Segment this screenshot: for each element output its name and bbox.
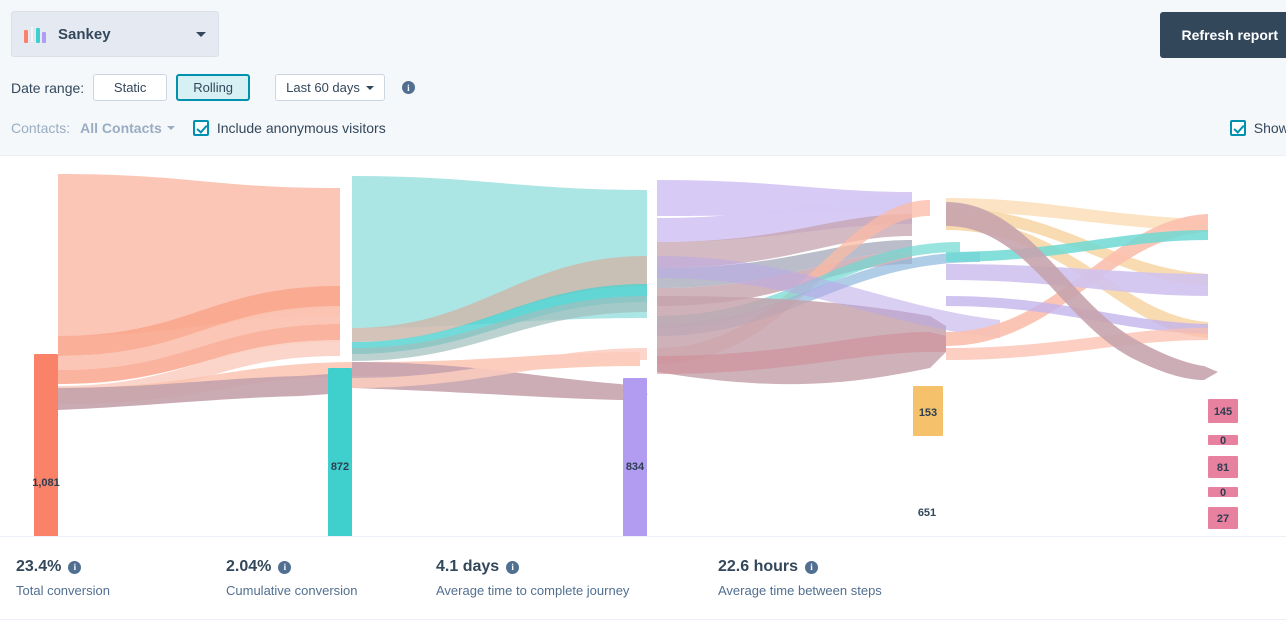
sankey-svg: 1,081 872 834 153 145 0 81 0 27 46 2 651… xyxy=(32,174,1238,536)
metric-info-icon[interactable]: i xyxy=(805,560,819,574)
date-range-row: Date range: Static Rolling Last 60 days … xyxy=(11,74,415,101)
contacts-label: Contacts: xyxy=(11,120,71,136)
metric-avg-time-between-steps: 22.6 hours i Average time between steps xyxy=(718,558,978,598)
node-lead-created[interactable] xyxy=(623,378,647,536)
chevron-down-icon xyxy=(196,31,206,37)
show-dropoff-label: Show dropoff xyxy=(1253,120,1286,136)
node-label-closed-81: 81 xyxy=(1217,462,1229,474)
node-label-form: 1,081 xyxy=(32,477,60,489)
metric-info-icon[interactable]: i xyxy=(506,560,520,574)
report-toolbar: Sankey Refresh report Date range: Static… xyxy=(0,0,1286,156)
show-dropoff-row: Show dropoff xyxy=(1222,120,1286,136)
metric-info-icon[interactable]: i xyxy=(278,560,292,574)
dropoff-label-lead: 651 xyxy=(918,507,936,519)
show-dropoff-checkbox[interactable]: Show dropoff xyxy=(1229,120,1286,136)
checkbox-checked-icon xyxy=(192,120,209,136)
refresh-report-button[interactable]: Refresh report xyxy=(1159,12,1286,58)
chevron-down-icon xyxy=(166,126,175,130)
metrics-bar: 23.4% i Total conversion 2.04% i Cumulat… xyxy=(0,536,1286,620)
chart-type-label: Sankey xyxy=(58,25,111,43)
node-label-opportunity: 153 xyxy=(919,407,937,419)
node-label-mql: 872 xyxy=(331,461,349,473)
node-form-submission[interactable] xyxy=(34,354,58,536)
sankey-dropoff-labels: 46 2 651 129 xyxy=(918,507,936,519)
metric-caption: Average time between steps xyxy=(718,583,882,598)
include-anonymous-checkbox[interactable]: Include anonymous visitors xyxy=(192,120,386,136)
metric-avg-time-journey: 4.1 days i Average time to complete jour… xyxy=(436,558,718,598)
date-range-info-icon[interactable]: i xyxy=(401,81,415,94)
metric-value: 2.04% xyxy=(226,558,272,575)
metric-value: 23.4% xyxy=(16,558,62,575)
date-mode-rolling-button[interactable]: Rolling xyxy=(176,74,251,101)
metric-cumulative-conversion: 2.04% i Cumulative conversion xyxy=(226,558,436,598)
date-range-dropdown[interactable]: Last 60 days xyxy=(275,74,385,101)
node-label-closed-0b: 0 xyxy=(1220,487,1226,499)
date-range-label: Date range: xyxy=(11,79,85,96)
sankey-links xyxy=(58,174,1218,410)
contacts-row: Contacts: All Contacts Include anonymous… xyxy=(11,120,386,136)
date-range-value: Last 60 days xyxy=(286,80,360,95)
bar-chart-icon xyxy=(24,25,46,43)
node-label-closed-27: 27 xyxy=(1217,513,1229,525)
node-label-lead: 834 xyxy=(626,461,645,473)
checkbox-checked-icon xyxy=(1229,120,1246,136)
chart-type-dropdown[interactable]: Sankey xyxy=(11,11,219,57)
metric-caption: Cumulative conversion xyxy=(226,583,358,598)
contacts-value: All Contacts xyxy=(80,120,162,136)
metric-caption: Average time to complete journey xyxy=(436,583,630,598)
metric-info-icon[interactable]: i xyxy=(68,560,82,574)
report-page: Sankey Refresh report Date range: Static… xyxy=(0,0,1286,620)
link-teal-to-145 xyxy=(946,230,1208,262)
date-mode-static-button[interactable]: Static xyxy=(93,74,168,101)
metric-value: 22.6 hours xyxy=(718,558,799,575)
node-mql[interactable] xyxy=(328,368,352,536)
contacts-dropdown[interactable]: All Contacts xyxy=(80,120,175,136)
sankey-chart: 1,081 872 834 153 145 0 81 0 27 46 2 651… xyxy=(0,156,1286,536)
metric-caption: Total conversion xyxy=(16,583,110,598)
metric-total-conversion: 23.4% i Total conversion xyxy=(16,558,226,598)
node-label-closed-145: 145 xyxy=(1214,406,1232,418)
chevron-down-icon xyxy=(365,85,374,90)
metric-value: 4.1 days xyxy=(436,558,500,575)
node-label-closed-0a: 0 xyxy=(1220,435,1226,447)
include-anonymous-label: Include anonymous visitors xyxy=(216,120,386,136)
